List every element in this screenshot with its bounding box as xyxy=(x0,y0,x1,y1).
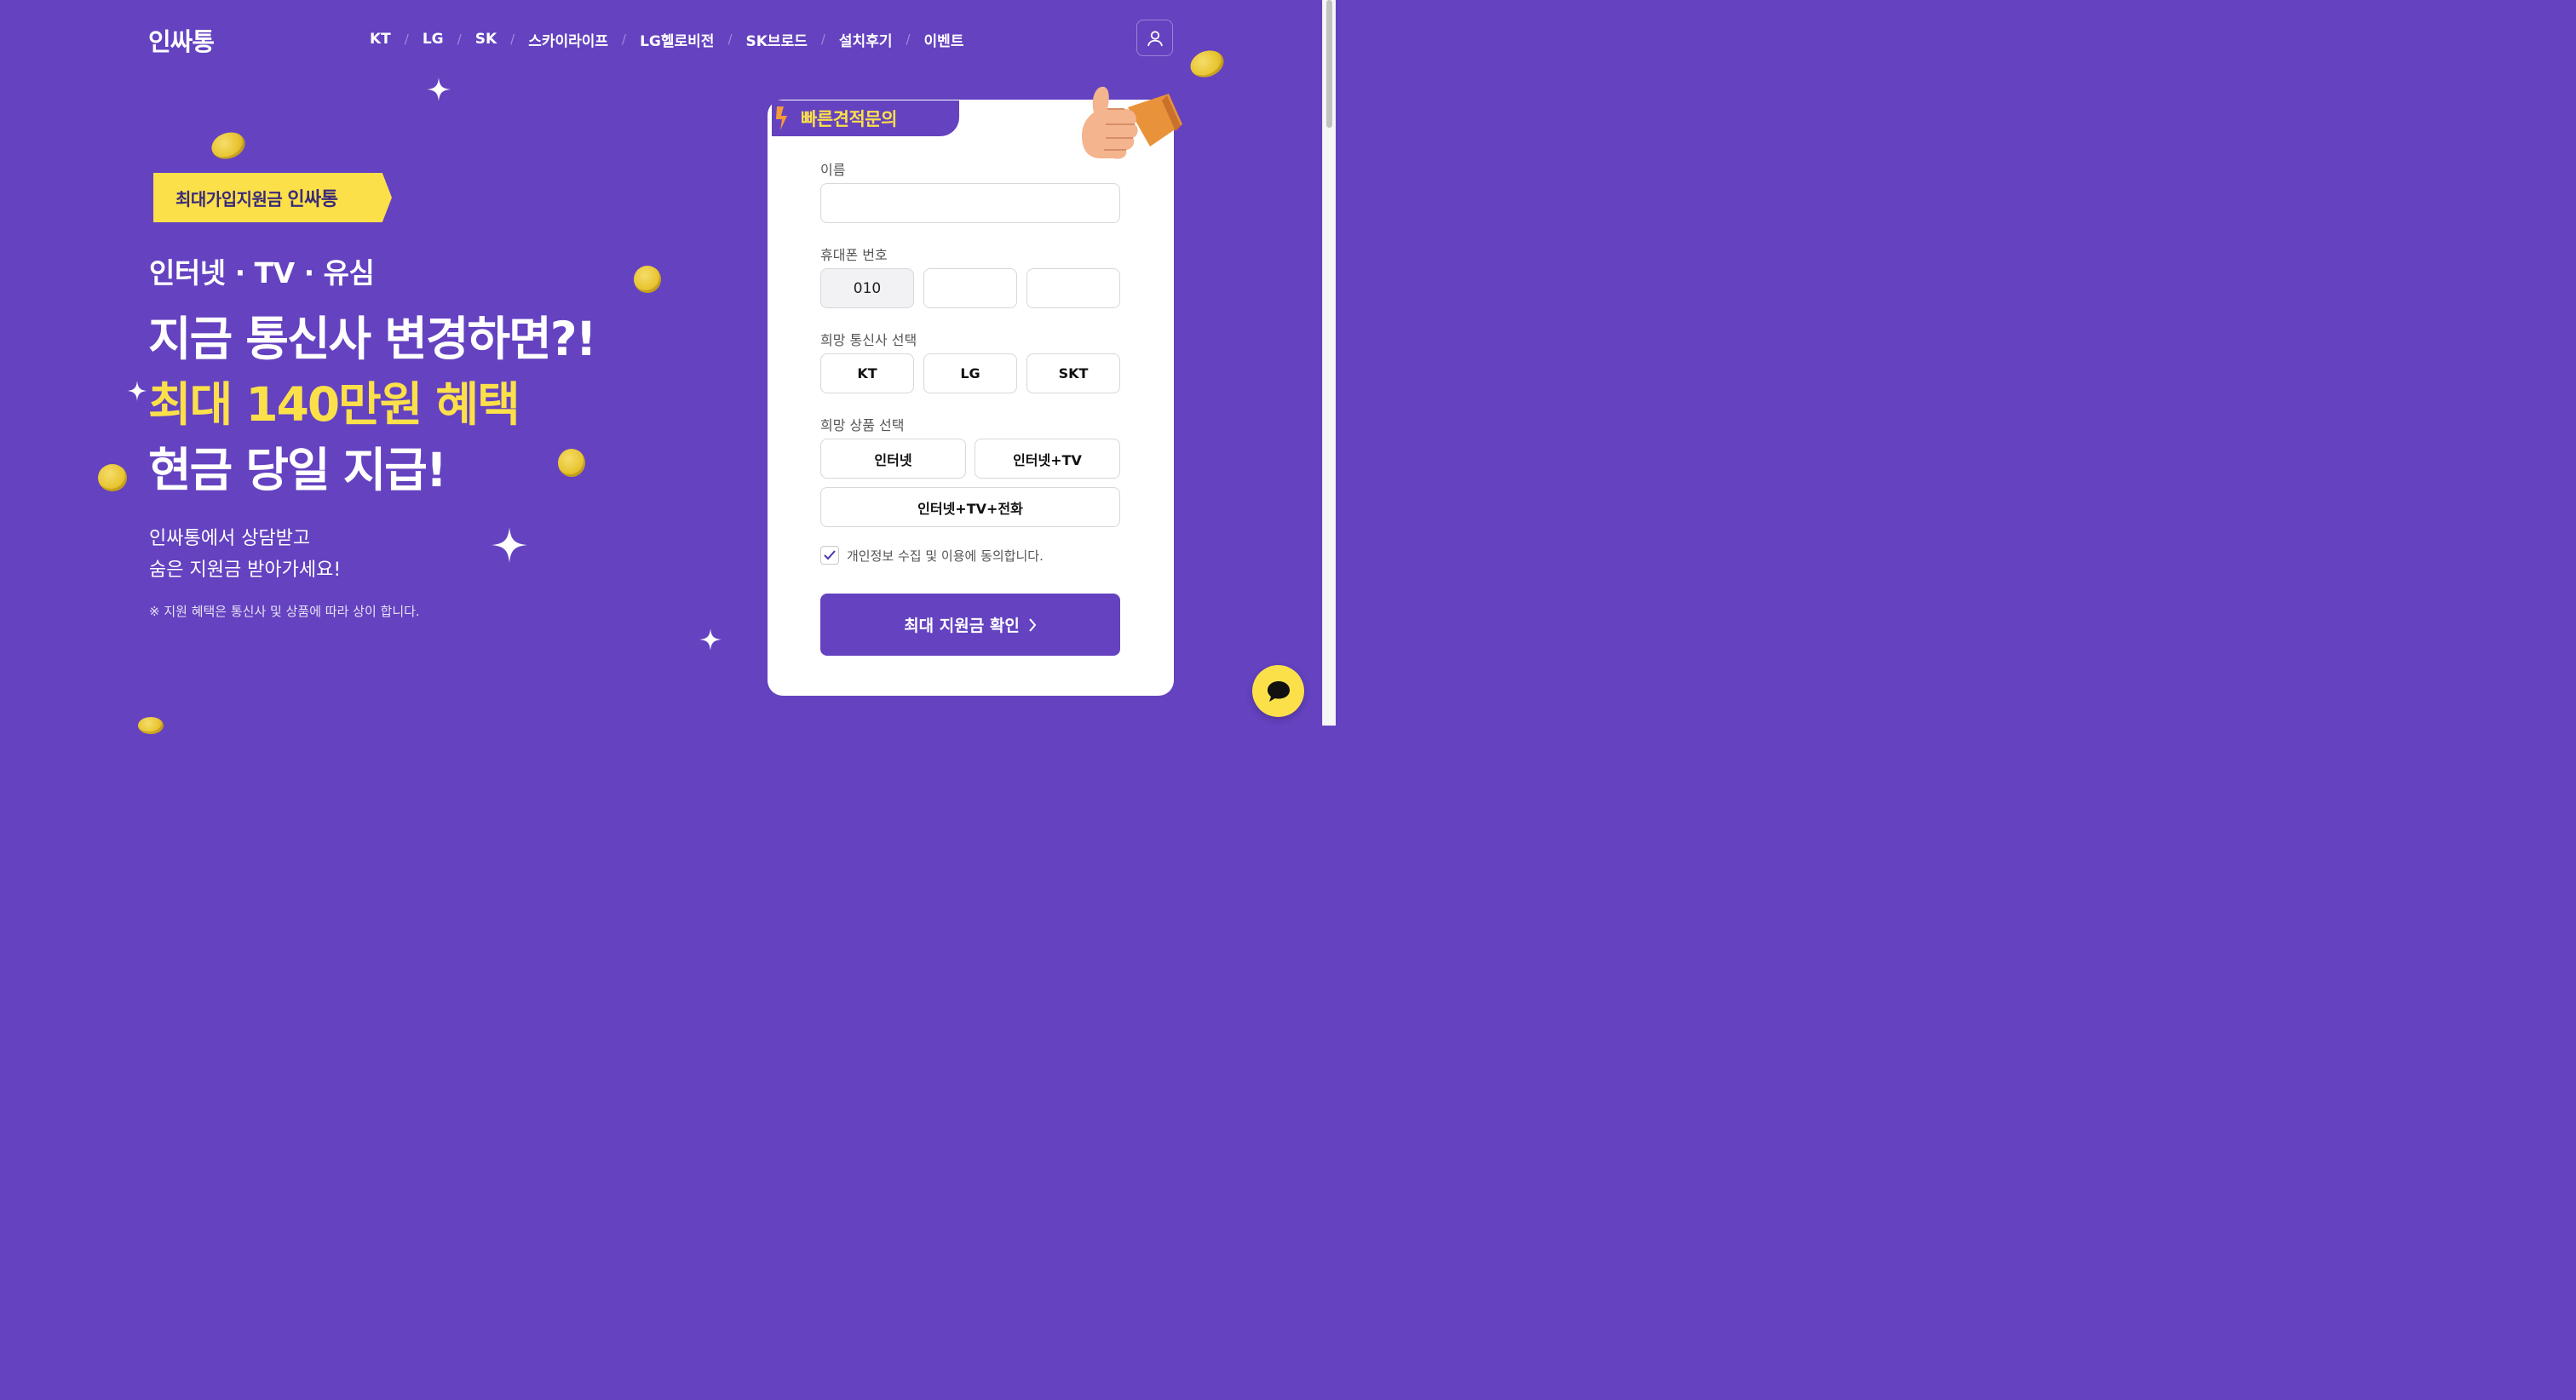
phone-label: 휴대폰 번호 xyxy=(820,247,888,263)
sparkle-icon xyxy=(699,628,722,651)
name-input[interactable] xyxy=(820,183,1120,223)
nav-sk[interactable]: SK xyxy=(475,31,497,48)
product-internet-tv-phone-button[interactable]: 인터넷+TV+전화 xyxy=(820,487,1120,527)
product-internet-tv-button[interactable]: 인터넷+TV xyxy=(975,439,1120,479)
check-max-support-button[interactable]: 최대 지원금 확인 xyxy=(820,594,1120,656)
privacy-agree-label: 개인정보 수집 및 이용에 동의합니다. xyxy=(847,548,1044,564)
lightning-icon xyxy=(776,106,787,130)
nav-reviews[interactable]: 설치후기 xyxy=(839,29,893,50)
nav-sk-broad[interactable]: SK브로드 xyxy=(746,29,808,50)
user-icon xyxy=(1147,30,1163,46)
sparkle-icon xyxy=(492,527,527,563)
nav-separator: / xyxy=(510,32,515,47)
phone-middle-input[interactable] xyxy=(923,268,1017,308)
carrier-lg-button[interactable]: LG xyxy=(923,353,1017,393)
nav-separator: / xyxy=(727,32,733,47)
product-label: 희망 상품 선택 xyxy=(820,417,905,433)
nav-lg-hellovision[interactable]: LG헬로비전 xyxy=(640,29,714,50)
coin-decoration xyxy=(1187,46,1228,82)
name-label: 이름 xyxy=(820,162,846,178)
carrier-label: 희망 통신사 선택 xyxy=(820,332,917,348)
hero-desc-line-2: 숨은 지원금 받아가세요! xyxy=(149,559,342,581)
hero-description: 인싸통에서 상담받고 숨은 지원금 받아가세요! xyxy=(149,523,341,586)
user-account-button[interactable] xyxy=(1136,20,1173,56)
carrier-kt-button[interactable]: KT xyxy=(820,353,914,393)
coin-decoration xyxy=(98,464,127,491)
hero-desc-line-1: 인싸통에서 상담받고 xyxy=(149,528,311,549)
hero-headline-2: 최대 140만원 혜택 xyxy=(148,377,520,432)
badge-brand: 인싸통 xyxy=(287,189,338,210)
nav-events[interactable]: 이벤트 xyxy=(924,29,964,50)
nav-separator: / xyxy=(457,32,462,47)
nav-separator: / xyxy=(906,32,911,47)
chat-button[interactable] xyxy=(1252,665,1304,717)
chevron-right-icon xyxy=(1029,617,1037,632)
nav-lg[interactable]: LG xyxy=(423,31,444,48)
privacy-agree-checkbox[interactable]: 개인정보 수집 및 이용에 동의합니다. xyxy=(820,546,1044,565)
quick-quote-title: 빠른견적문의 xyxy=(801,109,897,129)
sparkle-icon xyxy=(427,77,451,101)
quick-quote-tab: 빠른견적문의 xyxy=(772,100,959,136)
checkbox-box[interactable] xyxy=(820,546,839,565)
nav-separator: / xyxy=(820,32,825,47)
coin-decoration xyxy=(558,449,585,477)
carrier-skt-button[interactable]: SKT xyxy=(1026,353,1120,393)
chat-bubble-icon xyxy=(1267,680,1290,702)
check-icon xyxy=(824,550,836,560)
main-nav: KT / LG / SK / 스카이라이프 / LG헬로비전 / SK브로드 /… xyxy=(370,28,963,50)
phone-prefix-input[interactable] xyxy=(820,268,914,308)
phone-last-input[interactable] xyxy=(1026,268,1120,308)
hero-badge: 최대가입지원금 인싸통 xyxy=(153,173,392,222)
site-logo[interactable]: 인싸통 xyxy=(148,22,215,58)
hero-headline-3: 현금 당일 지급! xyxy=(148,443,447,497)
nav-separator: / xyxy=(404,32,409,47)
product-internet-button[interactable]: 인터넷 xyxy=(820,439,966,479)
hero-headline-1: 지금 통신사 변경하면?! xyxy=(148,312,597,366)
thumbs-up-icon xyxy=(1082,86,1182,159)
coin-decoration xyxy=(208,128,249,164)
sparkle-icon xyxy=(127,381,147,401)
hero-subtitle: 인터넷 · TV · 유심 xyxy=(149,256,375,290)
scrollbar-thumb[interactable] xyxy=(1326,0,1332,128)
hero-note: ※ 지원 혜택은 통신사 및 상품에 따라 상이 합니다. xyxy=(149,604,420,619)
nav-skylife[interactable]: 스카이라이프 xyxy=(528,29,608,50)
coin-decoration xyxy=(138,717,164,734)
submit-label: 최대 지원금 확인 xyxy=(904,617,1020,635)
badge-text: 최대가입지원금 xyxy=(175,188,283,209)
page-scrollbar[interactable] xyxy=(1322,0,1336,726)
coin-decoration xyxy=(634,266,661,293)
nav-kt[interactable]: KT xyxy=(370,31,391,48)
nav-separator: / xyxy=(622,32,627,47)
